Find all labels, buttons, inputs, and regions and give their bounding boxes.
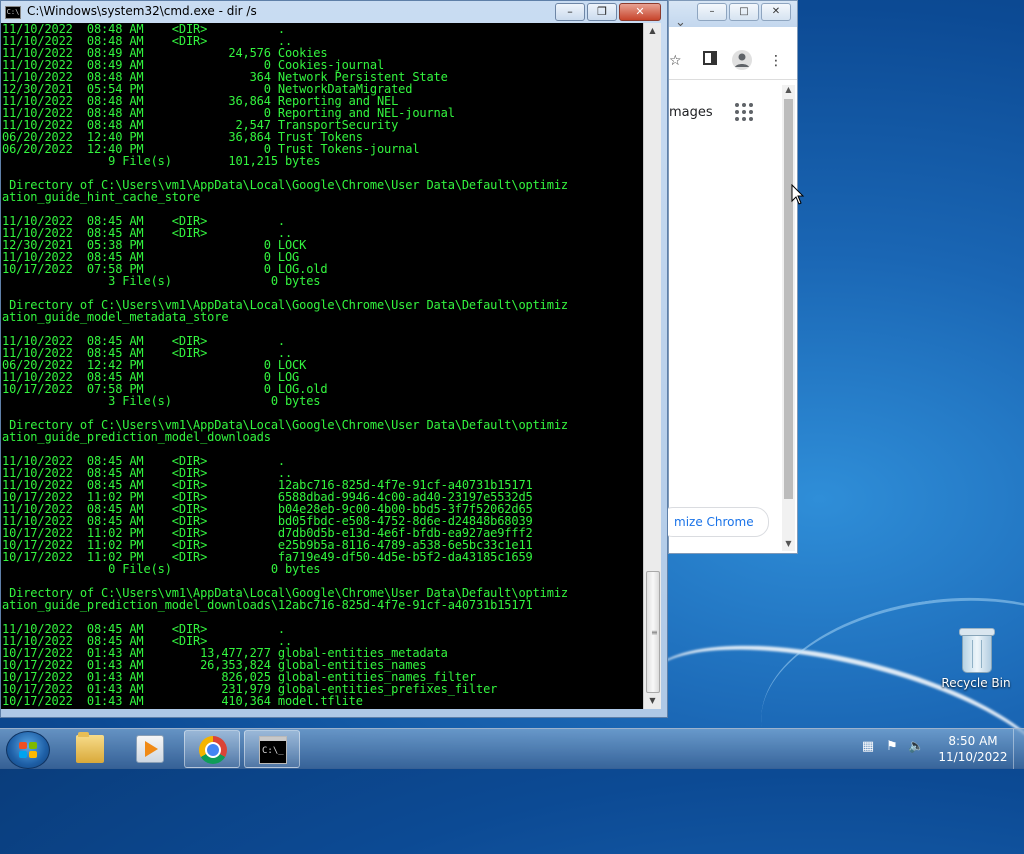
console-text: 11/10/2022 08:48 AM <DIR> . 11/10/2022 0… (2, 23, 568, 708)
chrome-scrollbar[interactable]: ▲ ▼ (782, 85, 795, 551)
chrome-minimize-button[interactable]: – (697, 3, 727, 21)
chrome-icon (199, 736, 227, 764)
network-icon[interactable]: ▦ (860, 739, 876, 755)
cmd-minimize-button[interactable]: – (555, 3, 585, 21)
taskbar-media-player-button[interactable] (122, 730, 178, 768)
chrome-titlebar: ⌄ – □ ✕ (669, 1, 797, 30)
cmd-scroll-down-arrow-icon[interactable]: ▼ (644, 693, 661, 709)
scroll-grip-icon: ≡ (651, 628, 658, 637)
chrome-scroll-thumb[interactable] (784, 99, 793, 499)
cmd-window[interactable]: C:\ C:\Windows\system32\cmd.exe - dir /s… (0, 0, 668, 718)
chrome-toolbar: ☆ ⋮ (669, 45, 797, 80)
taskbar-chrome-button[interactable] (184, 730, 240, 768)
images-link[interactable]: mages (669, 105, 713, 120)
chrome-maximize-button[interactable]: □ (729, 3, 759, 21)
taskbar-clock[interactable]: 8:50 AM 11/10/2022 (930, 733, 1016, 765)
google-apps-icon[interactable] (735, 103, 753, 121)
system-tray: ▦ ⚑ 🔈 (860, 739, 924, 755)
cmd-close-button[interactable]: ✕ (619, 3, 661, 21)
cmd-scroll-up-arrow-icon[interactable]: ▲ (644, 23, 661, 39)
clock-date: 11/10/2022 (938, 750, 1008, 764)
media-player-icon (136, 735, 164, 763)
recycle-bin-icon (959, 628, 995, 673)
scroll-down-arrow-icon[interactable]: ▼ (782, 539, 795, 551)
cmd-maximize-button[interactable]: ❐ (587, 3, 617, 21)
profile-avatar-icon[interactable] (731, 49, 753, 75)
side-panel-icon[interactable] (703, 51, 717, 69)
chrome-close-button[interactable]: ✕ (761, 3, 791, 21)
cmd-window-title: C:\Windows\system32\cmd.exe - dir /s (27, 4, 257, 18)
cmd-titlebar[interactable]: C:\ C:\Windows\system32\cmd.exe - dir /s… (1, 1, 667, 23)
cmd-icon: C:\_ (259, 736, 287, 764)
cmd-scroll-thumb[interactable]: ≡ (646, 571, 660, 693)
console-output[interactable]: 11/10/2022 08:48 AM <DIR> . 11/10/2022 0… (1, 23, 643, 709)
cmd-app-icon[interactable]: C:\ (5, 6, 21, 19)
taskbar-explorer-button[interactable] (62, 730, 118, 768)
customize-chrome-button[interactable]: mize Chrome (659, 507, 769, 537)
cmd-scrollbar[interactable]: ▲ ≡ ▼ (643, 23, 661, 709)
recycle-bin-label: Recycle Bin (941, 676, 1011, 690)
volume-icon[interactable]: 🔈 (908, 739, 924, 755)
clock-time: 8:50 AM (948, 734, 998, 748)
start-button[interactable] (6, 731, 50, 769)
taskbar: C:\_ ▦ ⚑ 🔈 8:50 AM 11/10/2022 (0, 728, 1024, 769)
chrome-window[interactable]: ⌄ – □ ✕ ☆ ⋮ mages ▲ ▼ mize Chrome (659, 0, 798, 554)
chrome-menu-icon[interactable]: ⋮ (769, 53, 783, 69)
cmd-icon-text: C:\_ (262, 746, 284, 756)
windows-logo-icon (19, 742, 37, 758)
tab-search-chevron-icon[interactable]: ⌄ (675, 15, 686, 30)
scroll-up-arrow-icon[interactable]: ▲ (782, 85, 795, 97)
taskbar-cmd-button[interactable]: C:\_ (244, 730, 300, 768)
bookmark-star-icon[interactable]: ☆ (669, 53, 682, 69)
recycle-bin-shortcut[interactable]: Recycle Bin (938, 628, 1014, 690)
show-desktop-button[interactable] (1013, 729, 1024, 769)
folder-icon (76, 732, 104, 763)
action-center-flag-icon[interactable]: ⚑ (884, 739, 900, 755)
